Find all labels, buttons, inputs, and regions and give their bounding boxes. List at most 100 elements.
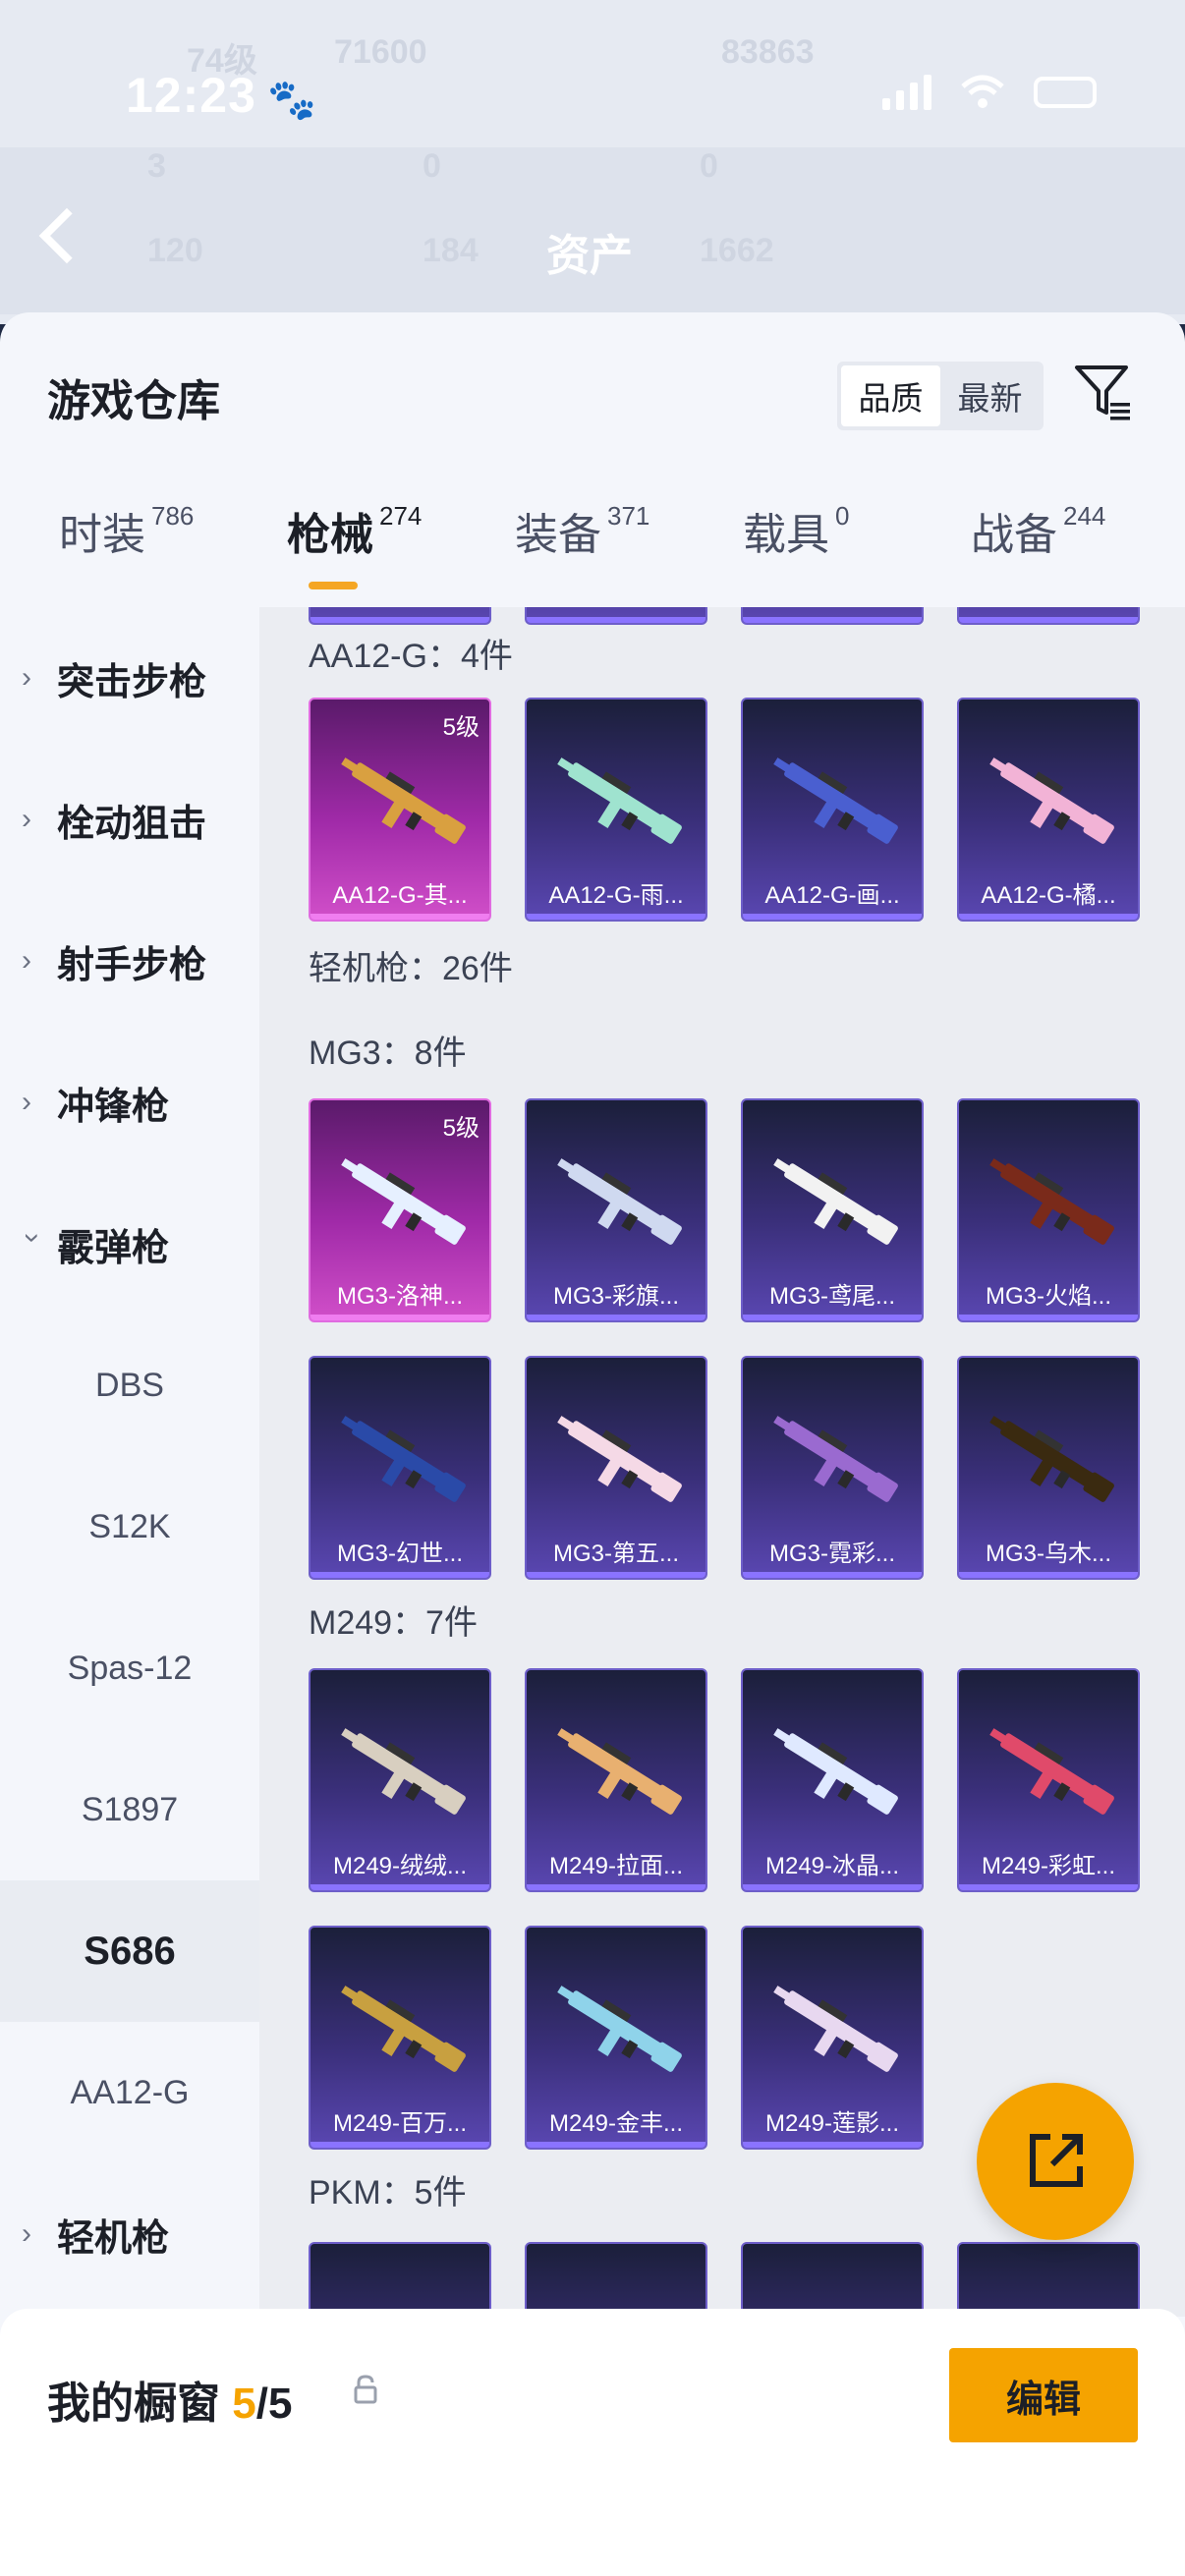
tab-vehicles[interactable]: 载具 0 [743,499,849,607]
item-card-partial[interactable] [957,2242,1140,2317]
item-card-partial[interactable] [309,2242,491,2317]
category-tabs: 时装 786 枪械 274 装备 371 载具 0 战备 244 [0,499,1185,607]
weapon-skin-icon [341,1986,466,2072]
item-card[interactable]: 5级 AA12-G-其... [309,698,491,922]
sort-option-quality[interactable]: 品质 [841,365,940,426]
sidebar-item-aa12g[interactable]: AA12-G [0,2022,259,2163]
tab-firearms[interactable]: 枪械 274 [287,499,422,607]
item-card-partial[interactable] [309,607,491,625]
edit-button[interactable]: 编辑 [949,2348,1138,2442]
tab-supplies[interactable]: 战备 244 [971,499,1105,607]
sidebar-group-bolt-sniper[interactable]: › 栓动狙击 [0,749,259,890]
item-card[interactable]: M249-绒绒... [309,1668,491,1892]
tab-equipment[interactable]: 装备 371 [515,499,649,607]
sidebar-group-assault-rifle[interactable]: › 突击步枪 [0,607,259,749]
card-accent-bar [959,1315,1138,1320]
wifi-icon [959,75,1006,110]
faint-stat: 3 [147,147,166,185]
weapon-skin-icon [557,1416,682,1502]
item-card[interactable]: AA12-G-画... [741,698,924,922]
item-card[interactable]: MG3-彩旗... [525,1098,707,1322]
section-title-aa12g: AA12-G：4件 [309,638,513,675]
weapon-skin-icon [557,1986,682,2072]
share-button[interactable] [977,2083,1134,2240]
sort-toggle[interactable]: 品质 最新 [837,362,1044,430]
sidebar-group-lmg[interactable]: › 轻机枪 [0,2163,259,2305]
card-accent-bar [527,1572,705,1578]
level-badge: 5级 [442,714,480,741]
section-title-mg3: MG3：8件 [309,1035,467,1072]
item-name: MG3-第五... [552,1540,679,1567]
chevron-right-icon: › [22,1086,31,1118]
item-card[interactable]: AA12-G-雨... [525,698,707,922]
assets-title: 资产 [546,232,633,280]
paw-icon: 🐾 [267,79,316,122]
item-card[interactable]: MG3-乌木... [957,1356,1140,1580]
weapon-skin-icon [341,1728,466,1815]
item-name: MG3-洛神... [336,1283,463,1310]
item-name: M249-莲影... [764,2110,900,2137]
item-card-partial[interactable] [741,2242,924,2317]
sidebar-group-label: 栓动狙击 [57,803,207,845]
weapon-skin-icon [989,1158,1114,1245]
chevron-right-icon: › [22,803,31,835]
item-card[interactable]: M249-金丰... [525,1926,707,2150]
item-card[interactable]: MG3-火焰... [957,1098,1140,1322]
item-name: M249-金丰... [548,2110,684,2137]
section-title-m249: M249：7件 [309,1604,478,1642]
item-card[interactable]: M249-拉面... [525,1668,707,1892]
item-card[interactable]: MG3-霓彩... [741,1356,924,1580]
tab-count: 786 [151,501,195,531]
weapon-skin-icon [989,1728,1114,1815]
item-card[interactable]: M249-百万... [309,1926,491,2150]
warehouse-sheet: 游戏仓库 品质 最新 时装 786 枪械 274 装备 371 载具 0 战备 … [0,312,1185,2576]
item-card-partial[interactable] [957,607,1140,625]
weapon-type-sidebar: › 突击步枪 › 栓动狙击 › 射手步枪 › 冲锋枪 › 霰弹枪 DBS S12… [0,607,259,2317]
sort-option-newest[interactable]: 最新 [940,365,1040,426]
item-card-partial[interactable] [525,607,707,625]
item-card[interactable]: AA12-G-橘... [957,698,1140,922]
item-name: MG3-幻世... [336,1540,463,1567]
card-accent-bar [310,1884,489,1890]
item-card[interactable]: MG3-鸢尾... [741,1098,924,1322]
sidebar-group-shotgun[interactable]: › 霰弹枪 [0,1173,259,1315]
sidebar-group-label: 冲锋枪 [57,1086,170,1128]
filter-icon[interactable] [1071,360,1134,422]
sidebar-group-marksman[interactable]: › 射手步枪 [0,890,259,1032]
battery-icon [1034,77,1097,108]
item-card[interactable]: MG3-幻世... [309,1356,491,1580]
item-name: MG3-鸢尾... [768,1283,895,1310]
item-name: M249-绒绒... [332,1853,468,1879]
signal-icon [882,75,931,110]
chevron-down-icon: › [17,1233,49,1243]
tab-fashion[interactable]: 时装 786 [59,499,194,607]
faint-stat: 0 [700,147,718,185]
item-card[interactable]: M249-彩虹... [957,1668,1140,1892]
card-accent-bar [310,914,489,920]
sidebar-group-label: 霰弹枪 [57,1227,170,1269]
item-name: AA12-G-其... [332,882,468,909]
card-accent-bar [743,1315,922,1320]
item-card[interactable]: 5级 MG3-洛神... [309,1098,491,1322]
sidebar-item-s1897[interactable]: S1897 [0,1739,259,1880]
sidebar-group-smg[interactable]: › 冲锋枪 [0,1032,259,1173]
sidebar-item-s686[interactable]: S686 [0,1880,259,2022]
item-name: M249-百万... [332,2110,468,2137]
faint-stat: 184 [423,232,479,269]
sidebar-item-spas12[interactable]: Spas-12 [0,1597,259,1739]
card-accent-bar [310,2142,489,2148]
weapon-skin-icon [773,1158,898,1245]
item-name: M249-冰晶... [764,1853,900,1879]
item-card-partial[interactable] [741,607,924,625]
weapon-skin-icon [341,757,466,844]
tab-count: 274 [379,501,423,531]
active-tab-indicator [309,582,358,589]
item-card[interactable]: M249-莲影... [741,1926,924,2150]
weapon-skin-icon [773,1416,898,1502]
sidebar-item-s12k[interactable]: S12K [0,1456,259,1597]
item-card-partial[interactable] [525,2242,707,2317]
item-card[interactable]: MG3-第五... [525,1356,707,1580]
item-name: MG3-乌木... [985,1540,1111,1567]
sidebar-item-dbs[interactable]: DBS [0,1315,259,1456]
item-card[interactable]: M249-冰晶... [741,1668,924,1892]
